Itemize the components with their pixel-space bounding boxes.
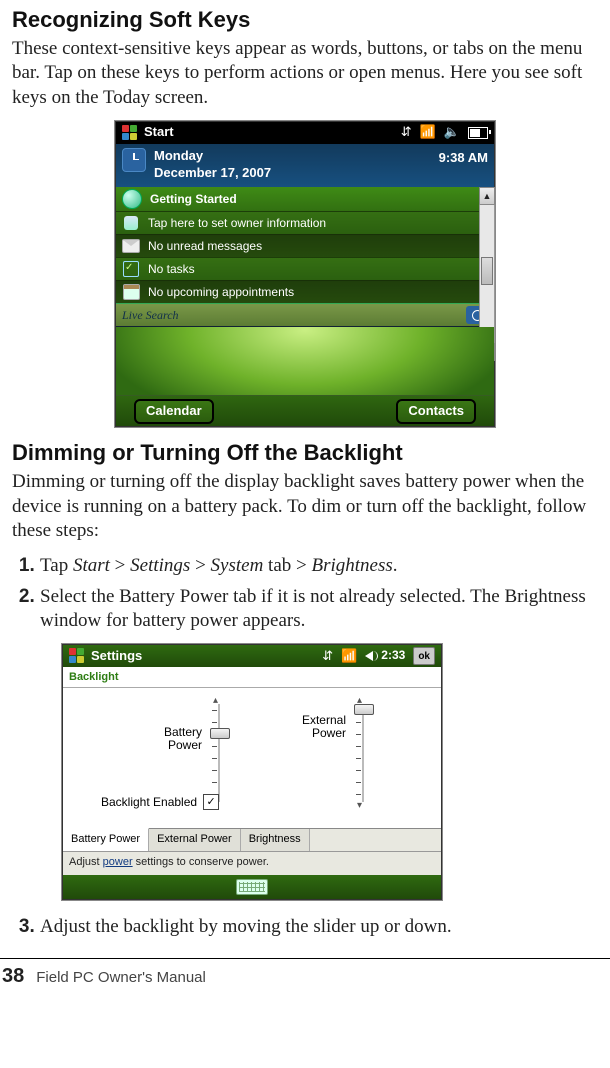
time-label: 9:38 AM bbox=[439, 150, 488, 167]
settings-time: 2:33 bbox=[381, 648, 405, 664]
appointments-text: No upcoming appointments bbox=[148, 285, 294, 301]
slider-down-icon: ▾ bbox=[357, 799, 362, 812]
backlight-enabled-group[interactable]: Backlight Enabled ✓ bbox=[101, 794, 219, 810]
heading-backlight: Dimming or Turning Off the Backlight bbox=[12, 439, 598, 468]
tab-external-power[interactable]: External Power bbox=[149, 829, 241, 851]
live-search-row[interactable]: Live Search bbox=[116, 303, 494, 327]
battery-slider[interactable]: ▴ ▾ bbox=[210, 698, 228, 808]
today-titlebar[interactable]: Start ⇵ 📶 🔈 bbox=[116, 122, 494, 144]
getting-started-row[interactable]: Getting Started bbox=[116, 187, 494, 211]
date-row[interactable]: Monday December 17, 2007 9:38 AM bbox=[116, 144, 494, 188]
backlight-enabled-checkbox[interactable]: ✓ bbox=[203, 794, 219, 810]
battery-slider-thumb[interactable] bbox=[210, 728, 230, 739]
live-search-label: Live Search bbox=[122, 308, 179, 324]
settings-bottom-bar bbox=[63, 875, 441, 899]
owner-text: Tap here to set owner information bbox=[148, 216, 326, 232]
messages-row[interactable]: No unread messages bbox=[116, 234, 494, 257]
tab-battery-power[interactable]: Battery Power bbox=[63, 828, 149, 851]
speaker-icon[interactable] bbox=[365, 651, 373, 661]
manual-title: Field PC Owner's Manual bbox=[36, 968, 206, 988]
mail-icon bbox=[122, 238, 140, 254]
date-label: December 17, 2007 bbox=[154, 165, 271, 182]
power-link[interactable]: power bbox=[103, 856, 133, 868]
step-1: Tap Start > Settings > System tab > Brig… bbox=[40, 554, 598, 579]
external-slider-group: External Power ▴ ▾ bbox=[276, 698, 372, 828]
tab-brightness[interactable]: Brightness bbox=[241, 829, 310, 851]
getting-started-icon bbox=[122, 189, 142, 209]
day-label: Monday bbox=[154, 148, 271, 165]
softkey-bar: Calendar Contacts bbox=[116, 395, 494, 426]
step-3: Adjust the backlight by moving the slide… bbox=[40, 915, 598, 940]
signal-icon[interactable]: 📶 bbox=[341, 648, 357, 665]
scroll-thumb[interactable] bbox=[481, 257, 493, 285]
para-soft-keys: These context-sensitive keys appear as w… bbox=[12, 37, 598, 111]
softkey-calendar[interactable]: Calendar bbox=[134, 399, 214, 424]
status-icons[interactable]: ⇵ 📶 🔈 bbox=[401, 124, 488, 141]
connectivity-icon[interactable]: ⇵ bbox=[401, 124, 412, 141]
external-slider-thumb[interactable] bbox=[354, 704, 374, 715]
tip-bar: Adjust power settings to conserve power. bbox=[63, 851, 441, 875]
calendar-icon bbox=[122, 284, 140, 300]
tasks-row[interactable]: No tasks bbox=[116, 257, 494, 280]
getting-started-text: Getting Started bbox=[150, 192, 237, 208]
clock-icon bbox=[122, 148, 146, 172]
today-body-gradient bbox=[116, 327, 494, 395]
heading-soft-keys: Recognizing Soft Keys bbox=[12, 6, 598, 35]
start-flag-icon[interactable] bbox=[122, 125, 138, 141]
settings-title: Settings bbox=[91, 648, 142, 665]
external-slider[interactable]: ▴ ▾ bbox=[354, 698, 372, 808]
task-icon bbox=[122, 261, 140, 277]
settings-titlebar[interactable]: Settings ⇵ 📶 2:33 ok bbox=[63, 645, 441, 667]
messages-text: No unread messages bbox=[148, 239, 262, 255]
keyboard-icon[interactable] bbox=[236, 879, 268, 895]
speaker-icon[interactable]: 🔈 bbox=[444, 124, 460, 141]
owner-icon bbox=[122, 215, 140, 231]
battery-icon[interactable] bbox=[468, 127, 488, 139]
scroll-track[interactable] bbox=[479, 205, 495, 343]
appointments-row[interactable]: No upcoming appointments bbox=[116, 280, 494, 303]
backlight-enabled-label: Backlight Enabled bbox=[101, 796, 197, 809]
settings-tabs: Battery Power External Power Brightness bbox=[63, 828, 441, 851]
softkey-contacts[interactable]: Contacts bbox=[396, 399, 476, 424]
tasks-text: No tasks bbox=[148, 262, 195, 278]
backlight-subtitle: Backlight bbox=[69, 670, 119, 684]
battery-slider-label: Battery Power bbox=[132, 698, 202, 752]
page-number: 38 bbox=[2, 963, 24, 989]
connectivity-icon[interactable]: ⇵ bbox=[322, 648, 333, 665]
screenshot-today: Start ⇵ 📶 🔈 Monday December 17, 2007 bbox=[115, 121, 495, 428]
screenshot-settings: Settings ⇵ 📶 2:33 ok Backlight Battery P… bbox=[62, 644, 442, 900]
page-footer: 38 Field PC Owner's Manual bbox=[0, 958, 610, 989]
backlight-subtitle-bar: Backlight bbox=[63, 667, 441, 688]
step-2: Select the Battery Power tab if it is no… bbox=[40, 585, 598, 634]
owner-info-row[interactable]: Tap here to set owner information bbox=[116, 211, 494, 234]
scroll-up-button[interactable]: ▲ bbox=[479, 187, 495, 205]
external-slider-label: External Power bbox=[276, 698, 346, 740]
para-backlight: Dimming or turning off the display backl… bbox=[12, 470, 598, 544]
slider-area: Battery Power ▴ ▾ External Power bbox=[63, 688, 441, 828]
start-flag-icon[interactable] bbox=[69, 648, 85, 664]
ok-button[interactable]: ok bbox=[413, 647, 435, 665]
start-label[interactable]: Start bbox=[144, 124, 174, 141]
signal-icon[interactable]: 📶 bbox=[420, 124, 436, 141]
